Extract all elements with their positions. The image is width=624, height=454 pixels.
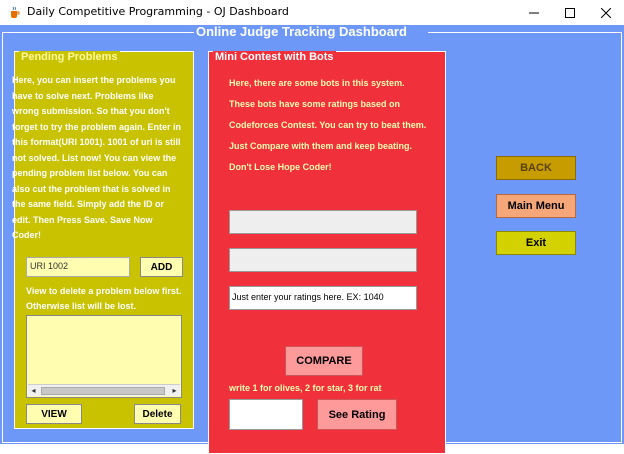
your-rating-input[interactable]: Just enter your ratings here. EX: 1040 [229, 286, 417, 310]
mini-line: These bots have some ratings based on [229, 99, 401, 109]
dashboard-title: Online Judge Tracking Dashboard [196, 24, 407, 39]
frame-border-left [2, 32, 3, 442]
back-button[interactable]: BACK [496, 156, 576, 180]
dashboard-area: Online Judge Tracking Dashboard Pending … [0, 24, 624, 454]
exit-button[interactable]: Exit [496, 231, 576, 255]
close-button[interactable] [588, 0, 624, 25]
bot-choice-hint: write 1 for olives, 2 for star, 3 for ra… [229, 383, 382, 393]
horizontal-scrollbar[interactable]: ◂ ▸ [28, 384, 180, 396]
frame-border-right [621, 32, 622, 442]
add-button[interactable]: ADD [140, 257, 183, 277]
view-button[interactable]: VIEW [26, 404, 82, 424]
bot-rating-field-2[interactable] [229, 248, 417, 272]
bot-choice-input[interactable] [229, 399, 303, 430]
minimize-button[interactable] [516, 0, 552, 25]
header-border-left [2, 32, 194, 33]
see-rating-button[interactable]: See Rating [317, 399, 397, 430]
pending-panel-title: Pending Problems [19, 51, 120, 63]
close-icon [601, 7, 611, 18]
mini-line: Don't Lose Hope Coder! [229, 162, 332, 172]
dashboard-header: Online Judge Tracking Dashboard [0, 24, 624, 39]
mini-contest-panel: Mini Contest with Bots Here, there are s… [208, 51, 446, 454]
compare-button[interactable]: COMPARE [285, 346, 363, 376]
mini-line: Just Compare with them and keep beating. [229, 141, 413, 151]
header-border-right [428, 32, 622, 33]
pending-list-area[interactable]: ◂ ▸ [26, 315, 182, 398]
main-menu-button[interactable]: Main Menu [496, 194, 576, 218]
scroll-left-icon[interactable]: ◂ [28, 385, 39, 396]
mini-contest-description: Here, there are some bots in this system… [229, 73, 439, 178]
problem-id-input[interactable]: URI 1002 [26, 257, 130, 277]
java-cup-icon [11, 6, 20, 18]
window-title: Daily Competitive Programming - OJ Dashb… [27, 5, 289, 18]
window-titlebar: Daily Competitive Programming - OJ Dashb… [0, 0, 624, 25]
bot-rating-field-1[interactable] [229, 210, 417, 234]
mini-contest-title: Mini Contest with Bots [213, 51, 336, 63]
maximize-icon [565, 7, 575, 18]
pending-description: Here, you can insert the problems you ha… [12, 75, 182, 240]
maximize-button[interactable] [552, 0, 588, 25]
mini-line: Here, there are some bots in this system… [229, 78, 405, 88]
delete-button[interactable]: Delete [134, 404, 181, 424]
minimize-icon [529, 12, 539, 13]
scrollbar-thumb[interactable] [41, 387, 165, 395]
mini-line: Codeforces Contest. You can try to beat … [229, 120, 427, 130]
delete-hint: View to delete a problem below first. Ot… [26, 286, 182, 311]
scroll-right-icon[interactable]: ▸ [169, 385, 180, 396]
